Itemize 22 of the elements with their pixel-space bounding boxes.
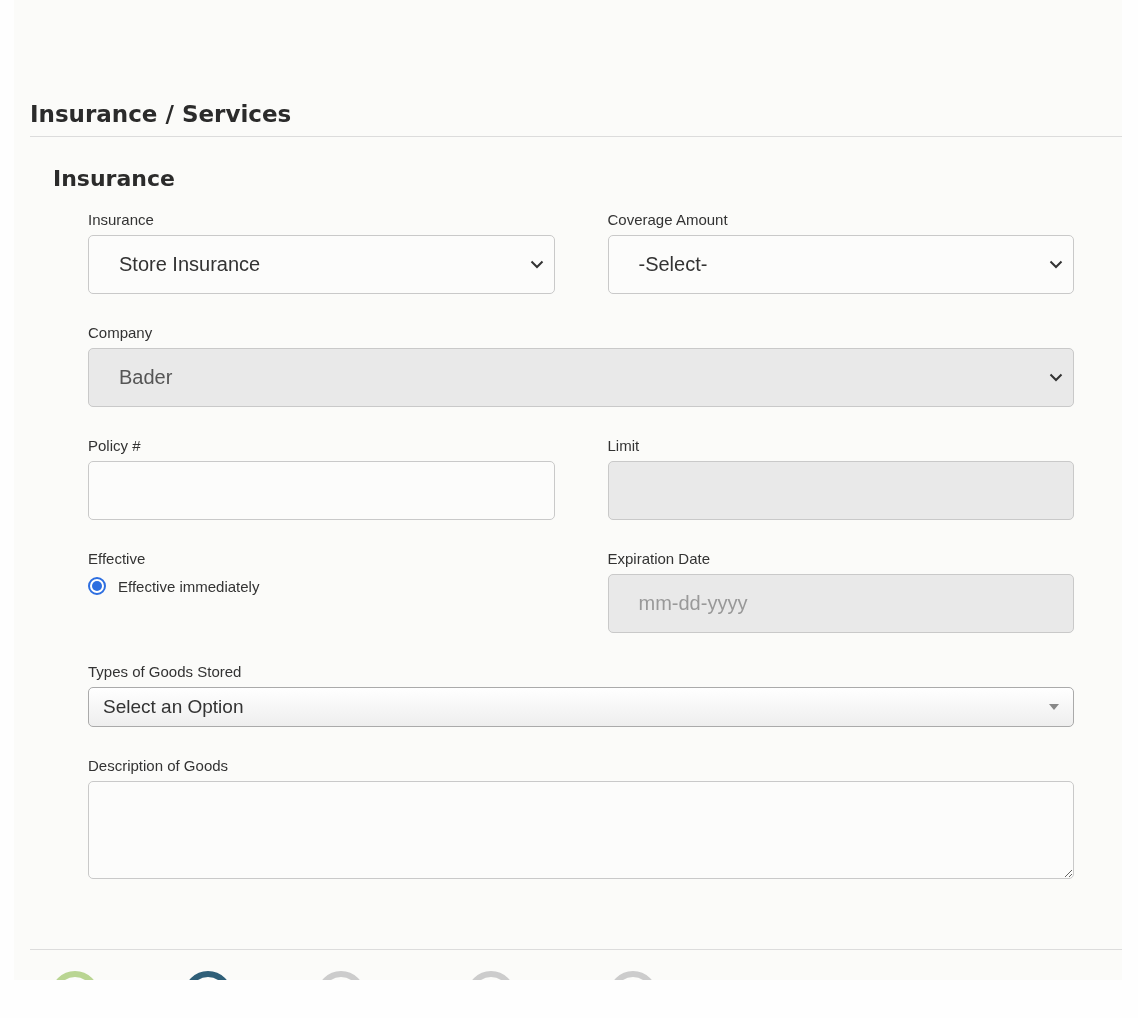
subsection-title: Insurance — [53, 166, 176, 191]
field-label: Policy # — [88, 437, 142, 454]
field-label: Company — [88, 324, 154, 341]
field-label: Insurance — [88, 211, 155, 228]
input-field[interactable] — [88, 461, 555, 520]
field-label: Description of Goods — [88, 757, 230, 774]
text-area[interactable] — [88, 781, 1074, 879]
field-label: Limit — [607, 437, 641, 454]
dropdown[interactable]: Store Insurance — [88, 235, 555, 294]
chevron-down-icon — [1049, 260, 1063, 269]
section-title: Insurance / Services — [30, 101, 293, 127]
field-label: Expiration Date — [607, 550, 712, 567]
caret-icon — [1049, 704, 1059, 710]
dropdown[interactable]: -Select- — [607, 235, 1074, 294]
field-label: Types of Goods Stored — [88, 663, 243, 680]
chevron-down-icon — [1049, 373, 1063, 382]
dropdown[interactable]: Select an Option — [88, 687, 1074, 727]
radio-label: Effective immediately — [118, 577, 260, 595]
field-label: Coverage Amount — [607, 211, 729, 228]
chevron-down-icon — [529, 260, 544, 269]
field-label: Effective — [88, 550, 147, 567]
radio-button[interactable] — [88, 577, 106, 595]
